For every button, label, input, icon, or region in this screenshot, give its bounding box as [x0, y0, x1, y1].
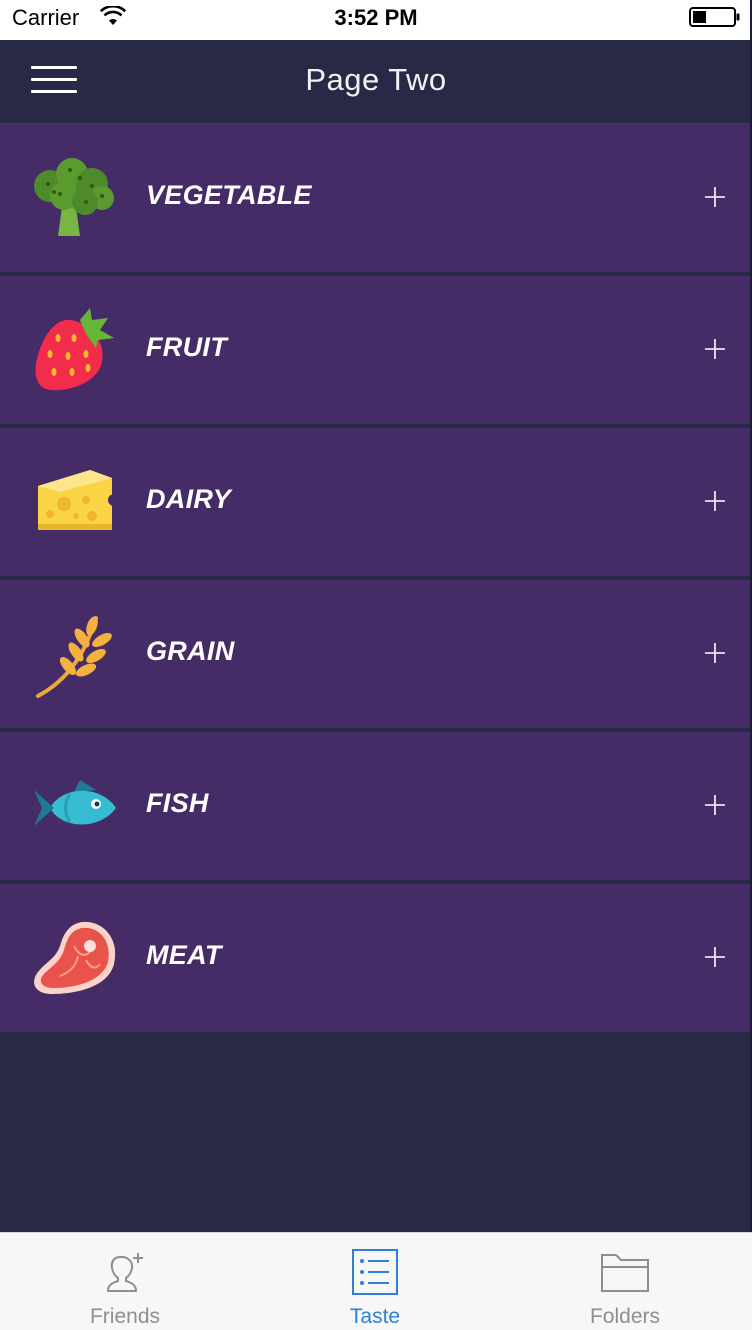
wheat-icon	[36, 616, 112, 698]
status-time: 3:52 PM	[334, 5, 418, 30]
plus-icon[interactable]	[704, 338, 726, 360]
category-row-dairy[interactable]: DAIRY	[0, 428, 750, 576]
list-icon	[352, 1249, 398, 1295]
plus-icon[interactable]	[704, 642, 726, 664]
folder-icon	[601, 1254, 649, 1292]
plus-icon[interactable]	[704, 186, 726, 208]
steak-icon	[34, 921, 116, 994]
tab-folders[interactable]: Folders	[500, 1233, 750, 1330]
category-label: DAIRY	[146, 484, 232, 514]
tab-friends[interactable]: Friends	[0, 1233, 250, 1330]
category-row-fish[interactable]: FISH	[0, 732, 750, 880]
battery-icon	[689, 7, 740, 27]
cheese-icon	[38, 470, 120, 530]
fish-icon	[34, 780, 116, 826]
status-bar: Carrier 3:52 PM	[0, 0, 752, 40]
plus-icon[interactable]	[704, 794, 726, 816]
tab-label: Folders	[589, 1305, 661, 1328]
category-label: MEAT	[146, 940, 222, 970]
category-label: VEGETABLE	[146, 180, 312, 210]
nav-bar: Page Two	[0, 40, 752, 124]
tab-label: Friends	[89, 1305, 161, 1328]
category-row-grain[interactable]: GRAIN	[0, 580, 750, 728]
category-row-fruit[interactable]: FRUIT	[0, 276, 750, 424]
strawberry-icon	[35, 308, 114, 391]
tab-label: Taste	[349, 1305, 401, 1328]
category-list: VEGETABLE FRUIT DAIRY GRAIN FISH MEAT	[0, 124, 750, 1032]
tab-bar: Friends Taste Folders	[0, 1232, 752, 1330]
tab-taste[interactable]: Taste	[250, 1233, 500, 1330]
plus-icon[interactable]	[704, 946, 726, 968]
category-label: FRUIT	[146, 332, 227, 362]
category-label: FISH	[146, 788, 209, 818]
add-friend-icon	[106, 1253, 143, 1292]
plus-icon[interactable]	[704, 490, 726, 512]
category-row-meat[interactable]: MEAT	[0, 884, 750, 1032]
category-row-vegetable[interactable]: VEGETABLE	[0, 124, 750, 272]
broccoli-icon	[34, 158, 114, 236]
category-label: GRAIN	[146, 636, 235, 666]
page-title: Page Two	[305, 62, 447, 97]
